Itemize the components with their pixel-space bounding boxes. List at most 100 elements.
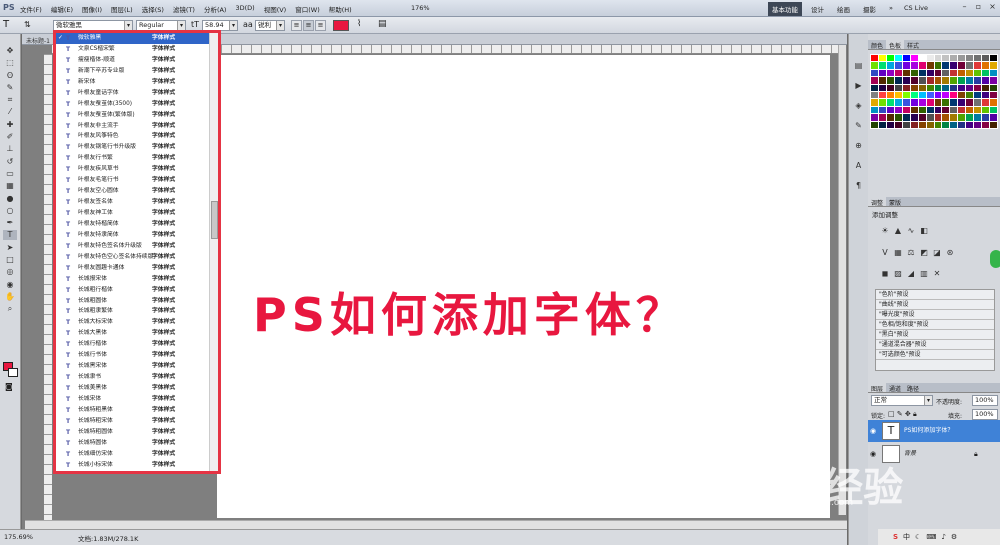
swatch[interactable] (982, 77, 990, 84)
swatch[interactable] (974, 62, 982, 69)
swatch[interactable] (982, 99, 990, 106)
preset-exposure[interactable]: "曝光度"预设 (876, 310, 994, 320)
posterize-icon[interactable]: ▨ (893, 269, 903, 279)
swatch[interactable] (942, 84, 950, 91)
swatch[interactable] (958, 99, 966, 106)
font-item[interactable]: T 叶根友签名体 字体样式 (56, 197, 209, 208)
swatch[interactable] (926, 77, 934, 84)
swatch[interactable] (918, 77, 926, 84)
text-color-swatch[interactable] (333, 20, 349, 31)
swatch[interactable] (934, 69, 942, 77)
lock-icon[interactable]: □ ✎ ✥ 🔒︎ (888, 410, 917, 419)
swatch[interactable] (990, 121, 997, 128)
selective-color-icon[interactable]: ✕ (932, 269, 942, 279)
swatch[interactable] (974, 91, 982, 99)
font-item[interactable]: T 新潮下卒苏专业版 字体样式 (56, 66, 209, 77)
gradient-map-icon[interactable]: ▥ (919, 269, 929, 279)
menu-select[interactable]: 选择(S) (142, 4, 164, 14)
tab-adjustments[interactable]: 调整 (868, 197, 887, 207)
text-tool-icon[interactable]: T (3, 19, 9, 30)
swatch[interactable] (958, 121, 966, 128)
swatch[interactable] (966, 114, 974, 121)
swatch[interactable] (950, 121, 958, 128)
menu-window[interactable]: 窗口(W) (295, 4, 320, 14)
swatch[interactable] (918, 69, 926, 77)
swatch[interactable] (966, 77, 974, 84)
swatch[interactable] (894, 84, 902, 91)
layer-row-text[interactable]: ◉ T PS如何添加字体？ (868, 420, 1000, 442)
swatch[interactable] (966, 55, 974, 62)
keyboard-icon[interactable]: ⌨ (926, 533, 936, 541)
font-item[interactable]: T 文泉CS楷宋繁 字体样式 (56, 44, 209, 55)
history-panel-icon[interactable]: ▤ (853, 60, 864, 71)
font-item[interactable]: T 新宋体 字体样式 (56, 77, 209, 88)
swatch[interactable] (871, 77, 878, 84)
dodge-tool-icon[interactable]: ○ (3, 206, 17, 215)
swatch[interactable] (871, 114, 878, 121)
3d-panel-icon[interactable]: ◈ (853, 100, 864, 111)
swatch[interactable] (934, 84, 942, 91)
swatch[interactable] (966, 62, 974, 69)
swatch[interactable] (990, 91, 997, 99)
swatch[interactable] (966, 91, 974, 99)
swatches-grid[interactable] (870, 54, 998, 129)
preset-selective-color[interactable]: "可选颜色"预设 (876, 350, 994, 360)
opacity-field[interactable]: 100% (972, 395, 998, 406)
tab-paths[interactable]: 路径 (904, 383, 922, 393)
swatch[interactable] (910, 106, 918, 114)
history-brush-tool-icon[interactable]: ↺ (3, 157, 17, 166)
font-item[interactable]: T 叶根友特隶简体 字体样式 (56, 230, 209, 241)
font-item[interactable]: T 长城报宋体 字体样式 (56, 274, 209, 285)
font-item[interactable]: T 叶根友空心圆体 字体样式 (56, 186, 209, 197)
swatch[interactable] (934, 77, 942, 84)
path-select-tool-icon[interactable]: ➤ (3, 243, 17, 252)
vibrance-icon[interactable]: V (880, 248, 890, 258)
swatch[interactable] (942, 55, 950, 62)
font-list-scroll-thumb[interactable] (211, 201, 218, 239)
swatch[interactable] (902, 55, 910, 62)
swatch[interactable] (934, 114, 942, 121)
swatch[interactable] (894, 121, 902, 128)
3d-rotate-tool-icon[interactable]: ◎ (3, 267, 17, 276)
swatch[interactable] (894, 55, 902, 62)
swatch[interactable] (910, 121, 918, 128)
swatch[interactable] (982, 55, 990, 62)
swatch[interactable] (982, 106, 990, 114)
horizontal-scrollbar[interactable] (25, 520, 847, 529)
swatch[interactable] (902, 99, 910, 106)
swatch[interactable] (910, 62, 918, 69)
swatch[interactable] (966, 69, 974, 77)
menu-analysis[interactable]: 分析(A) (204, 4, 227, 14)
tab-swatches[interactable]: 色板 (886, 40, 905, 50)
swatch[interactable] (974, 99, 982, 106)
photo-filter-icon[interactable]: ◪ (932, 248, 942, 258)
swatch[interactable] (886, 77, 894, 84)
restore-icon[interactable]: ▫ (974, 2, 983, 11)
swatch[interactable] (878, 114, 886, 121)
swatch[interactable] (910, 114, 918, 121)
swatch[interactable] (958, 55, 966, 62)
menu-view[interactable]: 视图(V) (264, 4, 287, 14)
moon-icon[interactable]: ☾ (915, 533, 921, 541)
swatch[interactable] (958, 77, 966, 84)
font-item[interactable]: T 叶根友毛笔行书 字体样式 (56, 175, 209, 186)
swatch[interactable] (982, 62, 990, 69)
settings-icon[interactable]: ⚙ (951, 533, 957, 541)
color-balance-icon[interactable]: ⚖ (906, 248, 916, 258)
swatch[interactable] (950, 69, 958, 77)
font-item[interactable]: T 长城特圆体 字体样式 (56, 438, 209, 449)
tab-masks[interactable]: 蒙版 (886, 197, 904, 207)
swatch[interactable] (886, 62, 894, 69)
paragraph-panel-icon[interactable]: ¶ (853, 180, 864, 191)
menu-file[interactable]: 文件(F) (20, 4, 42, 14)
swatch[interactable] (926, 55, 934, 62)
font-item[interactable]: T 叶根友神工体 字体样式 (56, 208, 209, 219)
swatch[interactable] (982, 84, 990, 91)
swatch[interactable] (974, 114, 982, 121)
swatch[interactable] (871, 62, 878, 69)
clone-stamp-tool-icon[interactable]: ⊥ (3, 144, 17, 153)
font-list-scrollbar[interactable] (209, 33, 218, 471)
swatch[interactable] (918, 55, 926, 62)
swatch[interactable] (934, 55, 942, 62)
swatch[interactable] (871, 69, 878, 77)
